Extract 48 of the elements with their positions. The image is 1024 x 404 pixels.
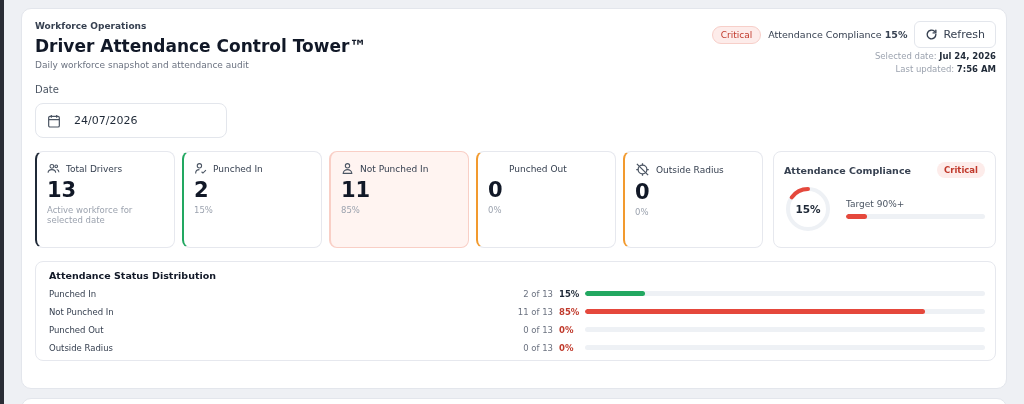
status-label: Not Punched In (49, 306, 115, 317)
selected-date: Selected date: Jul 24, 2026 (874, 51, 996, 61)
refresh-icon (925, 28, 939, 41)
date-field[interactable]: 24/07/2026 (35, 103, 227, 138)
status-count: 11 of 13 (517, 306, 553, 317)
kpi-label: Punched In (213, 163, 263, 174)
status-percent: 15% (559, 288, 581, 299)
date-label: Date (35, 84, 60, 95)
status-percent: 0% (559, 324, 575, 335)
kpi-value: 13 (47, 178, 78, 202)
user-check-icon (194, 162, 207, 175)
compliance-summary: Attendance Compliance 15% (768, 29, 908, 40)
user-icon (341, 162, 354, 175)
panel-title: Attendance Status Distribution (49, 270, 217, 281)
page-subtitle: Daily workforce snapshot and attendance audit (35, 60, 250, 70)
status-percent: 0% (559, 342, 575, 353)
users-icon (47, 162, 60, 175)
status-count: 0 of 13 (523, 324, 553, 335)
status-badge: Critical (937, 162, 985, 178)
refresh-button[interactable]: Refresh (914, 21, 996, 48)
card-title: Attendance Compliance (784, 164, 911, 176)
page-title: Driver Attendance Control Tower™ (35, 36, 367, 56)
status-label: Outside Radius (49, 342, 115, 353)
kpi-note: Active workforce for selected date (47, 205, 134, 225)
target-label: Target 90%+ (846, 199, 906, 209)
calendar-icon (46, 112, 62, 129)
kpi-value: 11 (341, 178, 372, 202)
kpi-label: Punched Out (509, 163, 567, 174)
kpi-note: 15% (194, 205, 214, 215)
kpi-note: 85% (341, 205, 361, 215)
last-updated: Last updated: 7:56 AM (895, 64, 996, 74)
compliance-ring: 15% (784, 185, 832, 233)
status-label: Punched Out (49, 324, 105, 335)
kpi-label: Outside Radius (656, 164, 724, 175)
location-off-icon (635, 162, 650, 177)
kpi-note: 0% (488, 205, 503, 215)
kpi-value: 2 (194, 178, 210, 202)
kpi-label: Total Drivers (66, 163, 123, 174)
kpi-value: 0 (635, 180, 651, 204)
status-count: 0 of 13 (523, 342, 553, 353)
status-count: 2 of 13 (523, 288, 553, 299)
status-label: Punched In (49, 288, 98, 299)
kpi-note: 0% (635, 207, 650, 217)
status-percent: 85% (559, 306, 581, 317)
status-badge: Critical (711, 25, 762, 44)
kpi-value: 0 (488, 178, 504, 202)
section-eyebrow: Workforce Operations (35, 21, 148, 31)
kpi-label: Not Punched In (360, 163, 429, 174)
